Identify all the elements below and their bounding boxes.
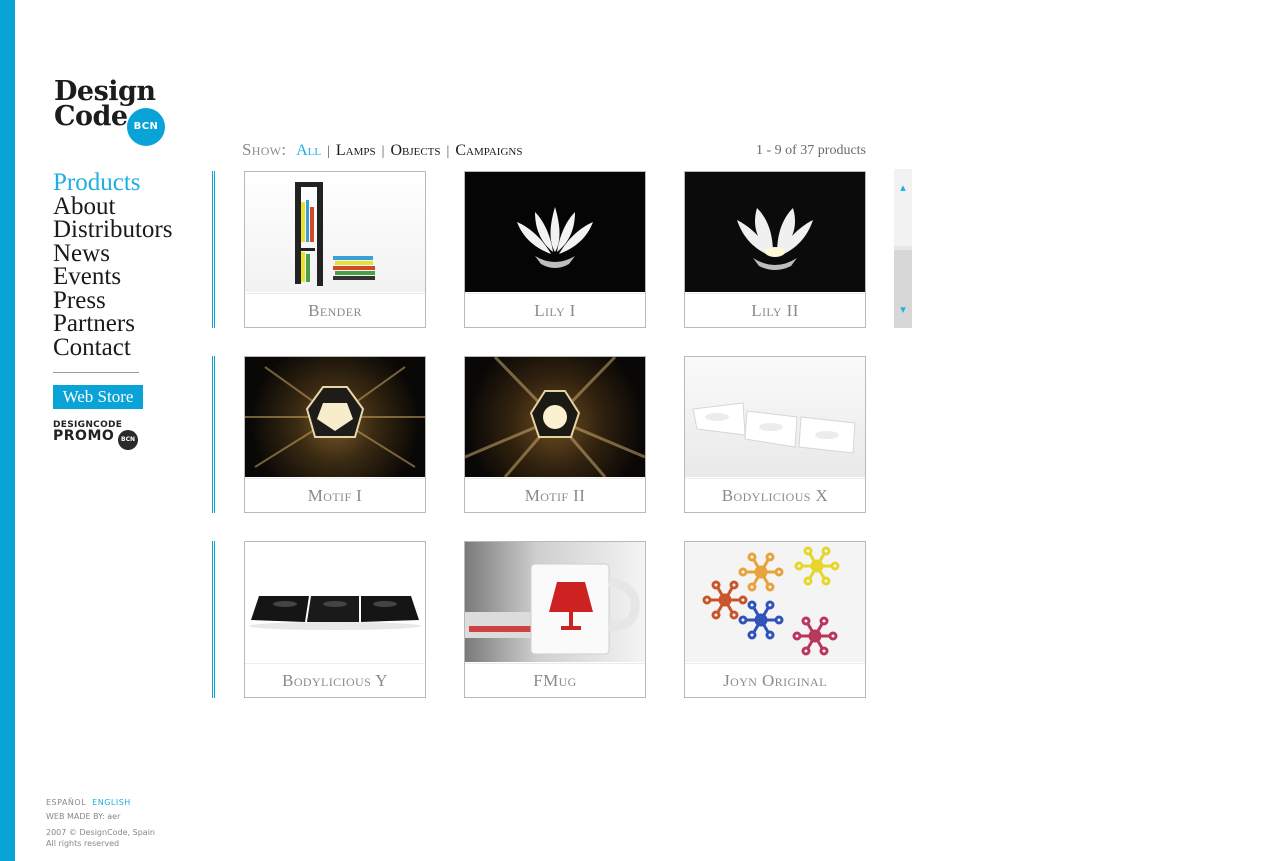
lamp-photo: [685, 172, 865, 292]
product-card-bodylicious-y[interactable]: Bodylicious Y: [244, 541, 426, 698]
nav-item-products[interactable]: Products: [53, 170, 172, 194]
tray-photo: [685, 357, 865, 477]
product-title: Bodylicious X: [685, 478, 865, 512]
promo-link[interactable]: DESIGNCODE PROMO BCN: [53, 420, 143, 454]
filter-lamps[interactable]: Lamps: [336, 142, 376, 159]
logo-word-code: Code: [54, 101, 128, 132]
bookshelf-photo: [245, 172, 425, 292]
left-accent-bar: [0, 0, 15, 861]
main-nav: Products About Distributors News Events …: [53, 170, 172, 359]
filter-label: Show:: [242, 140, 287, 159]
product-title: Lily I: [465, 293, 645, 327]
product-count: 1 - 9 of 37 products: [755, 143, 866, 158]
product-title: FMug: [465, 663, 645, 697]
footer-made-by[interactable]: WEB MADE BY: aer: [46, 812, 120, 821]
scroll-up-icon[interactable]: ▴: [894, 181, 912, 194]
product-scrollbar[interactable]: ▴ ▾: [894, 169, 912, 328]
product-title: Motif I: [245, 478, 425, 512]
nav-item-events[interactable]: Events: [53, 264, 172, 288]
lamp-photo: [465, 357, 645, 477]
language-english[interactable]: ENGLISH: [92, 798, 131, 807]
nav-item-distributors[interactable]: Distributors: [53, 217, 172, 241]
nav-item-partners[interactable]: Partners: [53, 311, 172, 335]
footer-copyright: 2007 © DesignCode, Spain: [46, 828, 155, 837]
nav-item-news[interactable]: News: [53, 241, 172, 265]
nav-item-about[interactable]: About: [53, 194, 172, 218]
lamp-photo: [245, 357, 425, 477]
logo-bcn-badge: BCN: [127, 108, 165, 146]
mug-photo: [465, 542, 645, 662]
nav-item-press[interactable]: Press: [53, 288, 172, 312]
nav-item-contact[interactable]: Contact: [53, 335, 172, 359]
promo-bcn-badge: BCN: [118, 430, 138, 450]
designcode-logo[interactable]: Design Code BCN: [54, 78, 174, 150]
row-accent-bar: [212, 541, 215, 698]
product-card-lily-i[interactable]: Lily I: [464, 171, 646, 328]
filter-separator: |: [446, 144, 450, 159]
scrollbar-thumb[interactable]: [894, 250, 912, 328]
webstore-button[interactable]: Web Store: [53, 385, 143, 409]
product-card-joyn-original[interactable]: Joyn Original: [684, 541, 866, 698]
product-filter: Show: All | Lamps | Objects | Campaigns: [242, 140, 522, 160]
row-accent-bar: [212, 171, 215, 328]
filter-campaigns[interactable]: Campaigns: [455, 142, 522, 159]
nav-divider: [53, 372, 139, 373]
product-title: Joyn Original: [685, 663, 865, 697]
filter-separator: |: [381, 144, 385, 159]
product-card-lily-ii[interactable]: Lily II: [684, 171, 866, 328]
row-accent-bar: [212, 356, 215, 513]
filter-separator: |: [327, 144, 330, 159]
product-card-motif-i[interactable]: Motif I: [244, 356, 426, 513]
product-title: Bodylicious Y: [245, 663, 425, 697]
filter-all[interactable]: All: [296, 142, 321, 159]
scroll-down-icon[interactable]: ▾: [894, 303, 912, 316]
filter-objects[interactable]: Objects: [390, 142, 440, 159]
connector-photo: [685, 542, 865, 662]
product-card-motif-ii[interactable]: Motif II: [464, 356, 646, 513]
promo-line2: PROMO: [53, 428, 115, 444]
product-title: Lily II: [685, 293, 865, 327]
product-card-bodylicious-x[interactable]: Bodylicious X: [684, 356, 866, 513]
footer-rights: All rights reserved: [46, 839, 120, 848]
product-title: Bender: [245, 293, 425, 327]
product-title: Motif II: [465, 478, 645, 512]
tray-photo: [245, 542, 425, 662]
lamp-photo: [465, 172, 645, 292]
language-espanol[interactable]: ESPAÑOL: [46, 798, 86, 807]
product-card-fmug[interactable]: FMug: [464, 541, 646, 698]
product-card-bender[interactable]: Bender: [244, 171, 426, 328]
